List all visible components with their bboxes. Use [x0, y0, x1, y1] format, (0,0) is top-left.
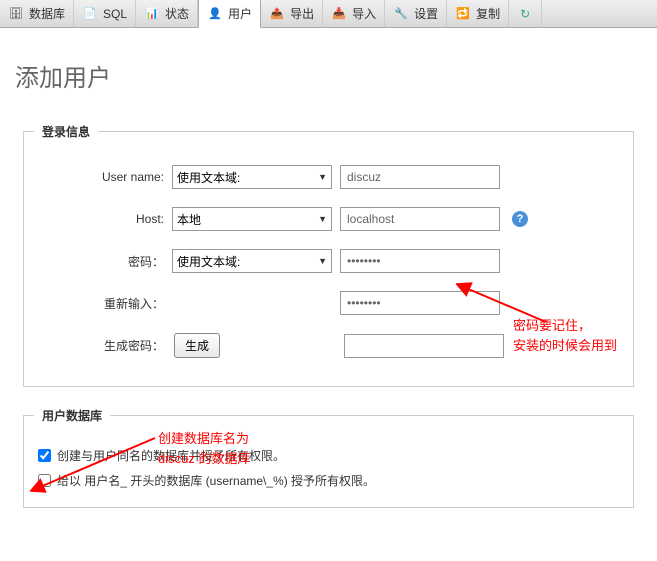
grant-prefix-db-row: 给以 用户名_ 开头的数据库 (username\_%) 授予所有权限。 [38, 472, 619, 489]
replication-icon [455, 6, 471, 22]
username-select-value: 使用文本域: [177, 169, 240, 186]
password-select[interactable]: 使用文本域: ▼ [172, 249, 332, 273]
tab-label: 复制 [476, 5, 500, 22]
tab-status[interactable]: 状态 [136, 0, 198, 27]
import-icon [331, 6, 347, 22]
tab-import[interactable]: 导入 [323, 0, 385, 27]
tab-label: 设置 [414, 5, 438, 22]
username-field[interactable] [340, 165, 500, 189]
help-icon[interactable]: ? [512, 211, 528, 227]
export-icon [269, 6, 285, 22]
tab-sync[interactable]: ↻ [509, 0, 542, 27]
tab-label: 状态 [165, 5, 189, 22]
tab-sql[interactable]: SQL [74, 0, 136, 27]
generate-field[interactable] [344, 334, 504, 358]
status-icon [144, 6, 160, 22]
generate-button[interactable]: 生成 [174, 333, 220, 358]
tab-label: 用户 [228, 5, 252, 22]
create-same-name-db-row: 创建与用户同名的数据库并授予所有权限。 [38, 447, 619, 464]
username-label: User name: [34, 170, 164, 184]
generate-label: 生成密码： [34, 337, 164, 354]
annotation-db-note: 创建数据库名为 discuz 的数据库 [158, 429, 250, 468]
host-row: Host: 本地 ▼ ? [34, 207, 623, 231]
tab-label: 导入 [352, 5, 376, 22]
settings-icon [393, 6, 409, 22]
password-field[interactable] [340, 249, 500, 273]
top-tabs: 数据库 SQL 状态 用户 导出 导入 设置 复制 ↻ [0, 0, 657, 28]
sync-icon: ↻ [517, 6, 533, 22]
username-row: User name: 使用文本域: ▼ [34, 165, 623, 189]
page-title: 添加用户 [15, 58, 642, 93]
tab-users[interactable]: 用户 [198, 0, 261, 28]
tab-database[interactable]: 数据库 [0, 0, 74, 27]
user-db-fieldset: 用户数据库 创建与用户同名的数据库并授予所有权限。 给以 用户名_ 开头的数据库… [23, 407, 634, 508]
host-select[interactable]: 本地 ▼ [172, 207, 332, 231]
user-db-legend: 用户数据库 [34, 407, 110, 424]
tab-label: 导出 [290, 5, 314, 22]
tab-export[interactable]: 导出 [261, 0, 323, 27]
tab-label: SQL [103, 7, 127, 21]
retype-row: 重新输入： [34, 291, 623, 315]
chevron-down-icon: ▼ [318, 256, 327, 266]
checkbox2-label: 给以 用户名_ 开头的数据库 (username\_%) 授予所有权限。 [57, 472, 375, 489]
tab-settings[interactable]: 设置 [385, 0, 447, 27]
chevron-down-icon: ▼ [318, 214, 327, 224]
host-select-value: 本地 [177, 211, 201, 228]
password-select-value: 使用文本域: [177, 253, 240, 270]
host-field[interactable] [340, 207, 500, 231]
database-icon [8, 6, 24, 22]
password-label: 密码： [34, 253, 164, 270]
chevron-down-icon: ▼ [318, 172, 327, 182]
tab-replication[interactable]: 复制 [447, 0, 509, 27]
create-same-name-db-checkbox[interactable] [38, 449, 51, 462]
retype-field[interactable] [340, 291, 500, 315]
sql-icon [82, 6, 98, 22]
username-select[interactable]: 使用文本域: ▼ [172, 165, 332, 189]
users-icon [207, 6, 223, 22]
retype-label: 重新输入： [34, 295, 164, 312]
password-row: 密码： 使用文本域: ▼ [34, 249, 623, 273]
annotation-password-note: 密码要记住， 安装的时候会用到 [513, 316, 617, 355]
login-info-legend: 登录信息 [34, 123, 98, 140]
grant-prefix-db-checkbox[interactable] [38, 474, 51, 487]
tab-label: 数据库 [29, 5, 65, 22]
host-label: Host: [34, 212, 164, 226]
